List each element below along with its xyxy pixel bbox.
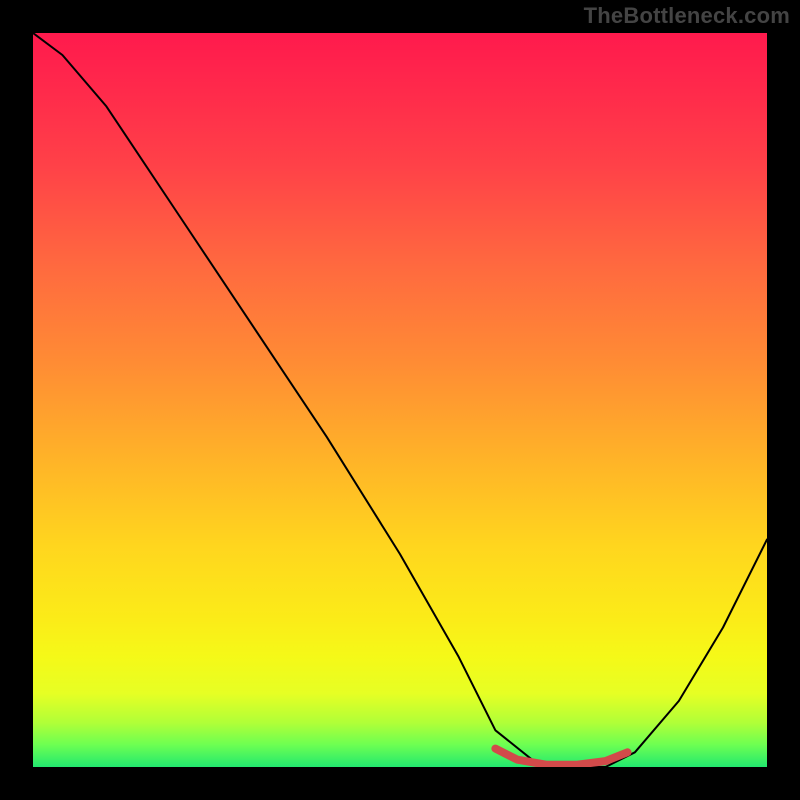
black-curve-path	[33, 33, 767, 767]
chart-container: TheBottleneck.com	[0, 0, 800, 800]
plot-area	[33, 33, 767, 767]
curve-layer	[33, 33, 767, 767]
watermark-text: TheBottleneck.com	[584, 3, 790, 29]
red-highlight-path	[495, 749, 627, 765]
